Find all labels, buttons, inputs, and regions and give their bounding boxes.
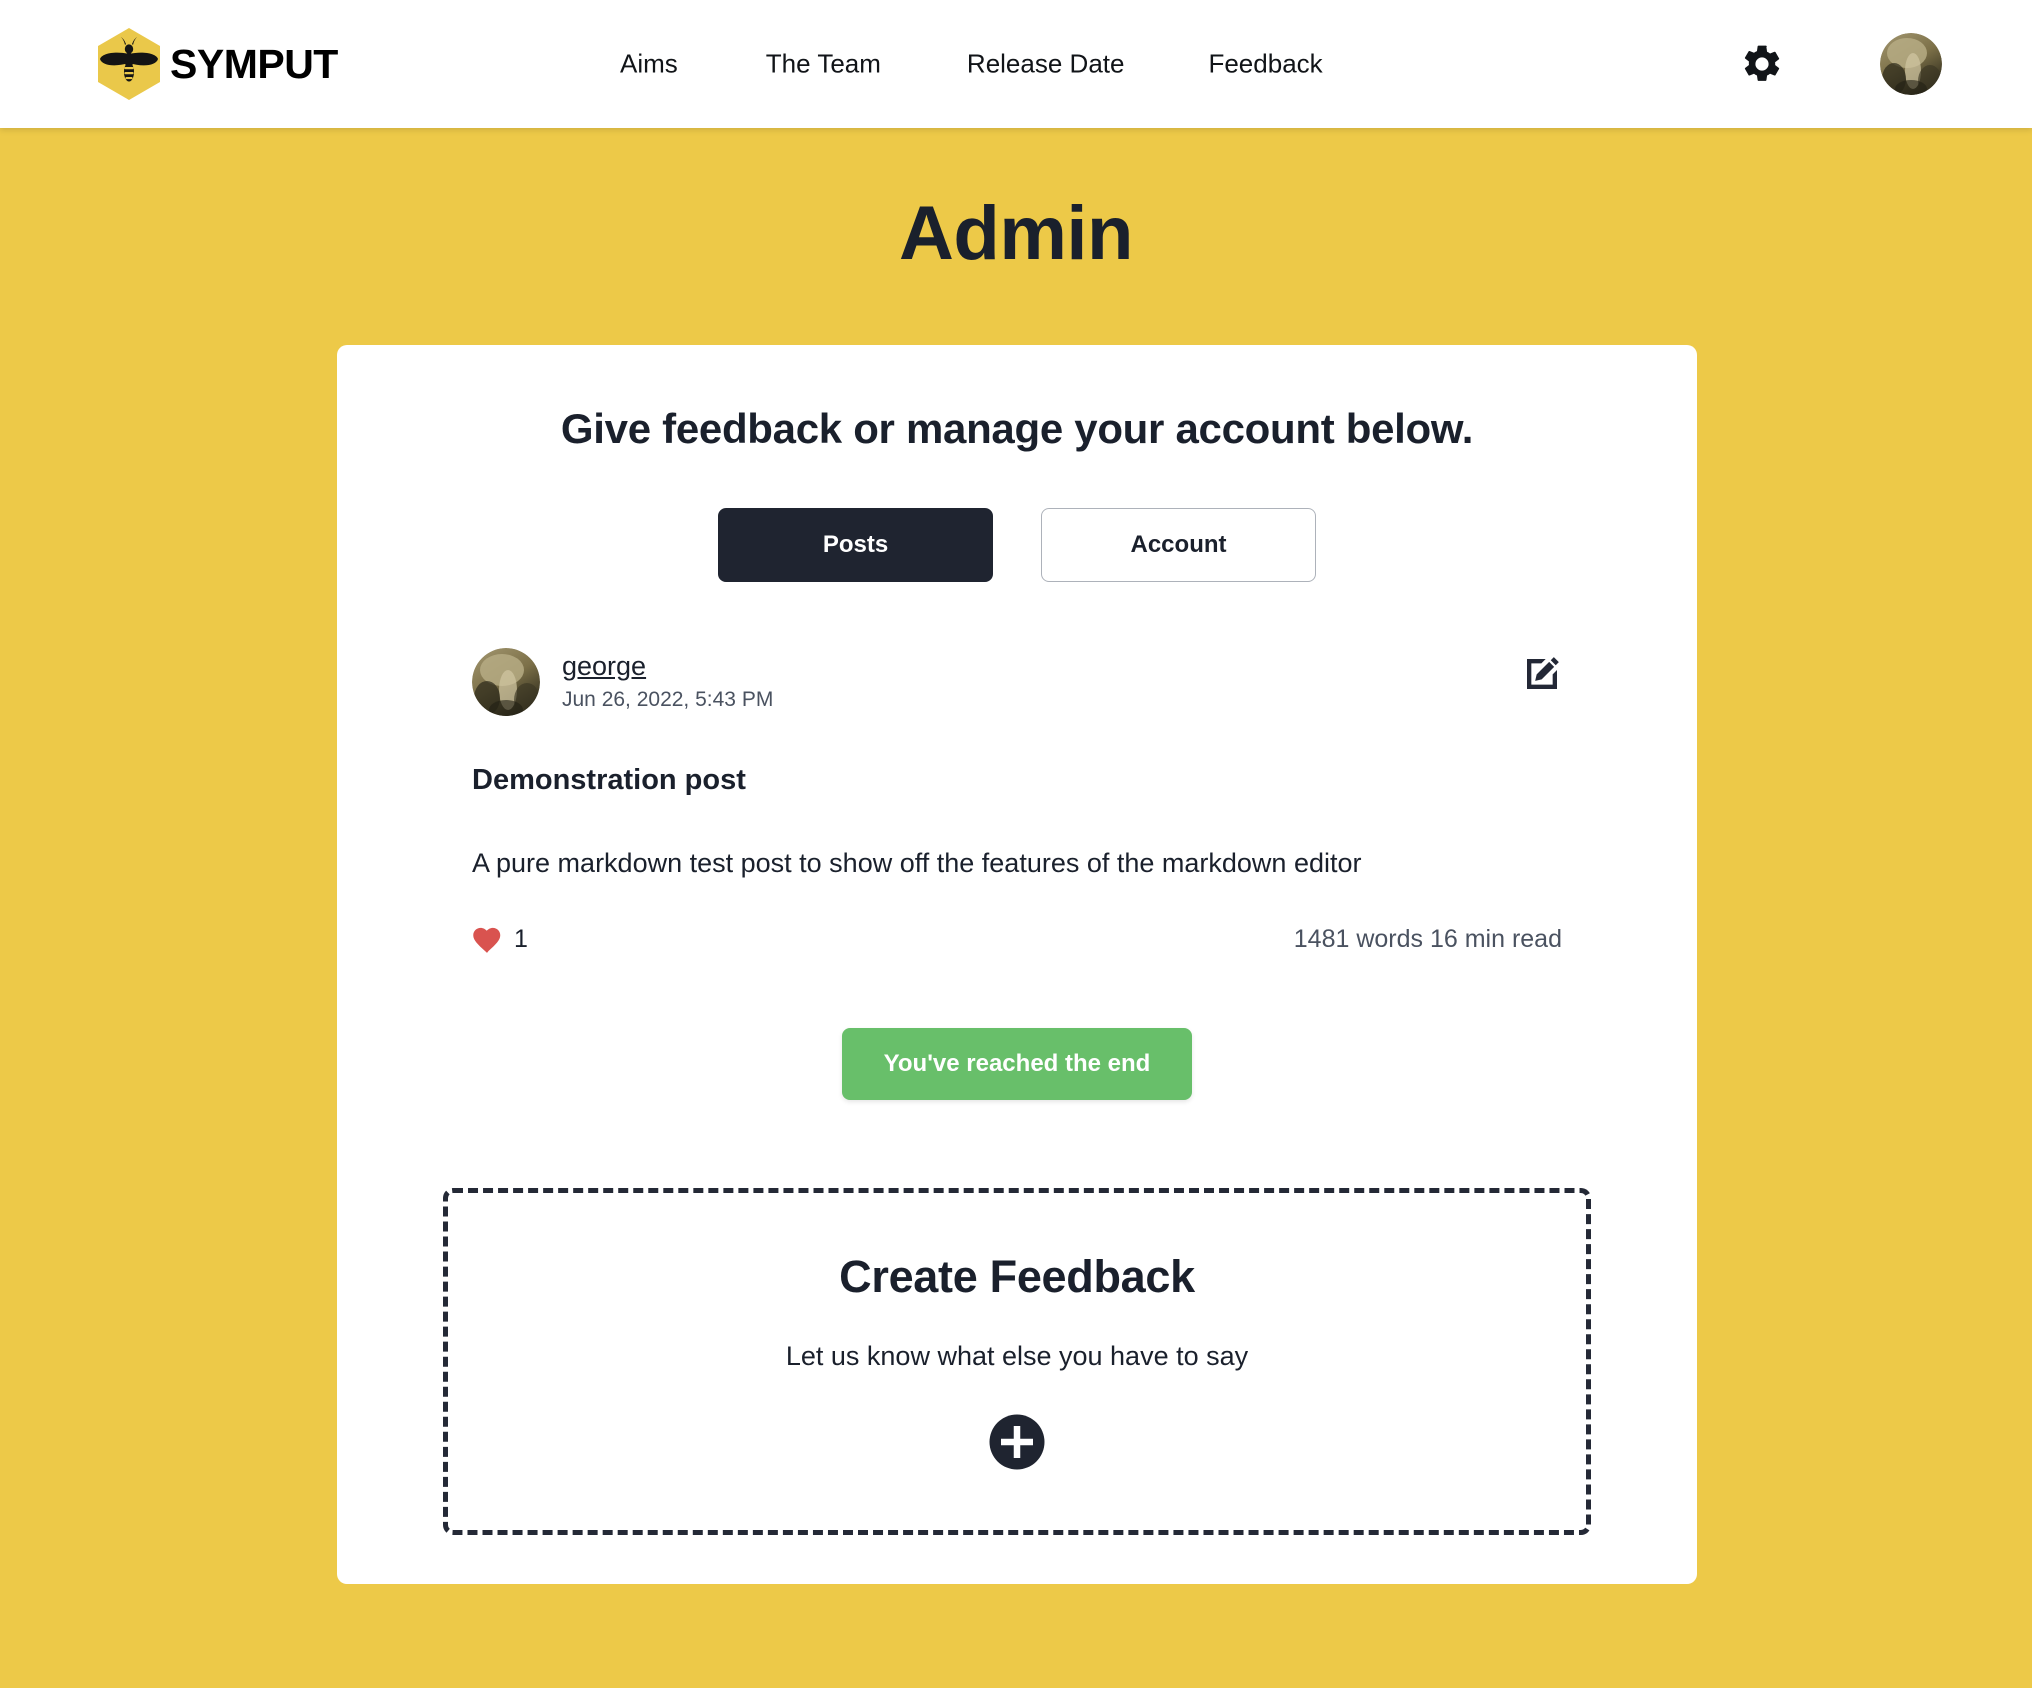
end-of-feed-badge: You've reached the end (841, 1028, 1193, 1101)
gear-icon[interactable] (1740, 42, 1784, 86)
post-avatar[interactable] (472, 648, 540, 716)
avatar[interactable] (1880, 33, 1942, 95)
like-button[interactable]: 1 (472, 925, 528, 954)
create-feedback-subtitle: Let us know what else you have to say (785, 1341, 1249, 1371)
nav-actions (1740, 33, 1942, 95)
post-body: A pure markdown test post to show off th… (472, 848, 1362, 878)
post-footer: 1 1481 words 16 min read (472, 925, 1562, 954)
nav-link-feedback[interactable]: Feedback (1208, 41, 1322, 88)
post-item: george Jun 26, 2022, 5:43 PM Demonstrati… (472, 648, 1562, 954)
tab-account[interactable]: Account (1041, 508, 1316, 582)
post-meta: george Jun 26, 2022, 5:43 PM (562, 648, 773, 711)
post-header: george Jun 26, 2022, 5:43 PM (472, 648, 1562, 716)
create-feedback-box[interactable]: Create Feedback Let us know what else yo… (443, 1188, 1591, 1535)
nav-link-the-team[interactable]: The Team (766, 41, 881, 88)
edit-pencil-icon[interactable] (1522, 654, 1562, 694)
post-date: Jun 26, 2022, 5:43 PM (562, 687, 774, 711)
bee-hexagon-logo-icon (96, 27, 162, 101)
tab-posts[interactable]: Posts (718, 508, 993, 582)
create-feedback-title: Create Feedback (839, 1251, 1195, 1302)
brand-name: SYMPUT (170, 40, 338, 87)
heart-icon (472, 926, 502, 954)
top-navigation-bar: SYMPUT Aims The Team Release Date Feedba… (0, 0, 2032, 128)
plus-circle-icon[interactable] (987, 1412, 1047, 1472)
post-title: Demonstration post (472, 764, 746, 796)
end-badge-wrapper: You've reached the end (337, 1028, 1697, 1101)
post-author-link[interactable]: george (562, 651, 773, 682)
like-count: 1 (514, 925, 528, 954)
page-title: Admin (899, 191, 1133, 276)
post-read-stats: 1481 words 16 min read (1293, 925, 1562, 954)
nav-link-release-date[interactable]: Release Date (967, 41, 1125, 88)
brand-logo-link[interactable]: SYMPUT (96, 27, 338, 101)
nav-links: Aims The Team Release Date Feedback (620, 41, 1323, 88)
nav-link-aims[interactable]: Aims (620, 41, 678, 88)
admin-page: SYMPUT Aims The Team Release Date Feedba… (0, 0, 2032, 1688)
card-heading: Give feedback or manage your account bel… (560, 405, 1474, 452)
tab-group: Posts Account (337, 508, 1697, 582)
